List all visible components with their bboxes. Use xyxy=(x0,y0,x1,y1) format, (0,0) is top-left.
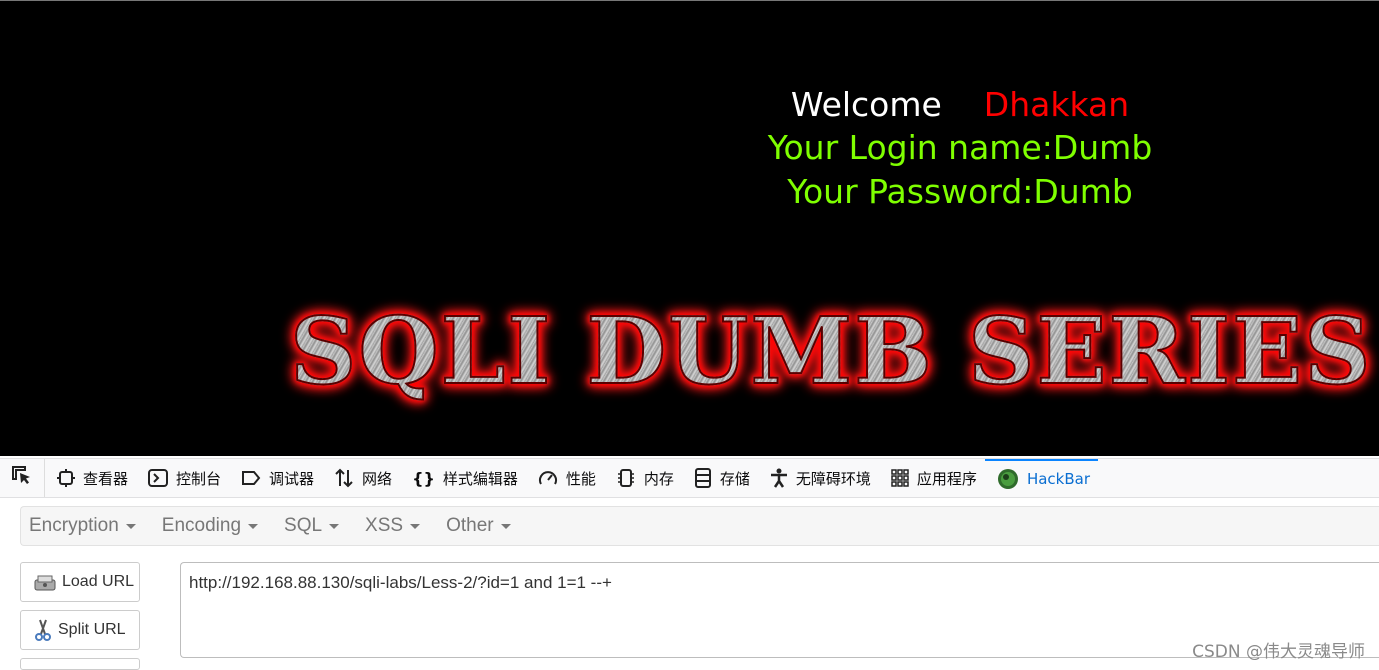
console-icon xyxy=(148,469,169,487)
tab-debugger[interactable]: 调试器 xyxy=(229,459,322,497)
element-picker-button[interactable] xyxy=(0,459,45,497)
tab-network[interactable]: 网络 xyxy=(322,459,400,497)
tab-style-editor[interactable]: {} 样式编辑器 xyxy=(400,459,526,497)
tab-label: 调试器 xyxy=(269,469,315,488)
welcome-line: Welcome Dhakkan xyxy=(690,85,1230,124)
tab-application[interactable]: 应用程序 xyxy=(879,459,985,497)
load-url-icon xyxy=(33,572,57,592)
menu-encryption[interactable]: Encryption xyxy=(21,515,146,537)
welcome-name: Dhakkan xyxy=(983,85,1130,124)
caret-down-icon xyxy=(125,523,136,529)
split-url-button[interactable]: Split URL xyxy=(20,610,140,650)
element-picker-icon xyxy=(11,465,33,491)
tab-label: 样式编辑器 xyxy=(442,469,518,488)
hackbar-icon xyxy=(997,468,1019,490)
password-line: Your Password:Dumb xyxy=(787,172,1133,211)
execute-button-partial[interactable] xyxy=(20,658,140,670)
memory-icon xyxy=(616,468,636,488)
debugger-icon xyxy=(241,470,261,486)
load-url-button[interactable]: Load URL xyxy=(20,562,140,602)
split-url-label: Split URL xyxy=(58,621,126,638)
caret-down-icon xyxy=(248,523,259,529)
menu-sql[interactable]: SQL xyxy=(276,515,349,537)
login-name-line: Your Login name:Dumb xyxy=(767,128,1153,167)
caret-down-icon xyxy=(410,523,421,529)
tab-memory[interactable]: 内存 xyxy=(604,459,682,497)
load-url-label: Load URL xyxy=(62,573,135,590)
accessibility-icon xyxy=(770,468,788,488)
scissors-icon xyxy=(33,618,53,642)
menu-other[interactable]: Other xyxy=(438,515,521,537)
storage-icon xyxy=(694,468,712,488)
tab-accessibility[interactable]: 无障碍环境 xyxy=(758,459,879,497)
tab-label: 查看器 xyxy=(83,469,129,488)
menu-encoding[interactable]: Encoding xyxy=(154,515,268,537)
csdn-watermark: CSDN @伟大灵魂导师 xyxy=(1192,642,1365,662)
tab-label: 应用程序 xyxy=(916,469,977,488)
menu-label: XSS xyxy=(365,515,404,536)
tab-label: HackBar xyxy=(1026,470,1090,488)
inspector-icon xyxy=(57,469,75,487)
tab-performance[interactable]: 性能 xyxy=(526,459,604,497)
tab-hackbar[interactable]: HackBar xyxy=(984,459,1098,497)
devtools-toolbar: 查看器 控制台 调试器 网络 {} 样式编辑器 性能 内存 存储 无障碍环境 应… xyxy=(0,458,1379,498)
tab-console[interactable]: 控制台 xyxy=(136,459,229,497)
application-icon xyxy=(891,469,909,487)
caret-down-icon xyxy=(329,523,340,529)
tab-inspector[interactable]: 查看器 xyxy=(45,459,136,497)
welcome-label: Welcome xyxy=(790,85,942,124)
performance-icon xyxy=(538,469,558,487)
web-page-content: Welcome Dhakkan Your Login name:Dumb You… xyxy=(0,0,1379,456)
sqli-banner-logo: SQLI DUMB SERIES xyxy=(289,296,1373,406)
menu-label: Other xyxy=(446,515,494,536)
tab-label: 内存 xyxy=(643,469,674,488)
network-icon xyxy=(334,468,354,488)
menu-label: Encoding xyxy=(161,515,242,536)
tab-storage[interactable]: 存储 xyxy=(682,459,758,497)
menu-xss[interactable]: XSS xyxy=(357,515,430,537)
style-editor-icon: {} xyxy=(412,468,435,488)
hackbar-menu: Encryption Encoding SQL XSS Other xyxy=(20,506,1379,546)
tab-label: 无障碍环境 xyxy=(795,469,871,488)
menu-label: Encryption xyxy=(29,515,119,536)
tab-label: 控制台 xyxy=(176,469,222,488)
tab-label: 存储 xyxy=(719,469,750,488)
tab-label: 网络 xyxy=(362,469,393,488)
menu-label: SQL xyxy=(284,515,323,536)
caret-down-icon xyxy=(500,523,511,529)
tab-label: 性能 xyxy=(565,469,596,488)
